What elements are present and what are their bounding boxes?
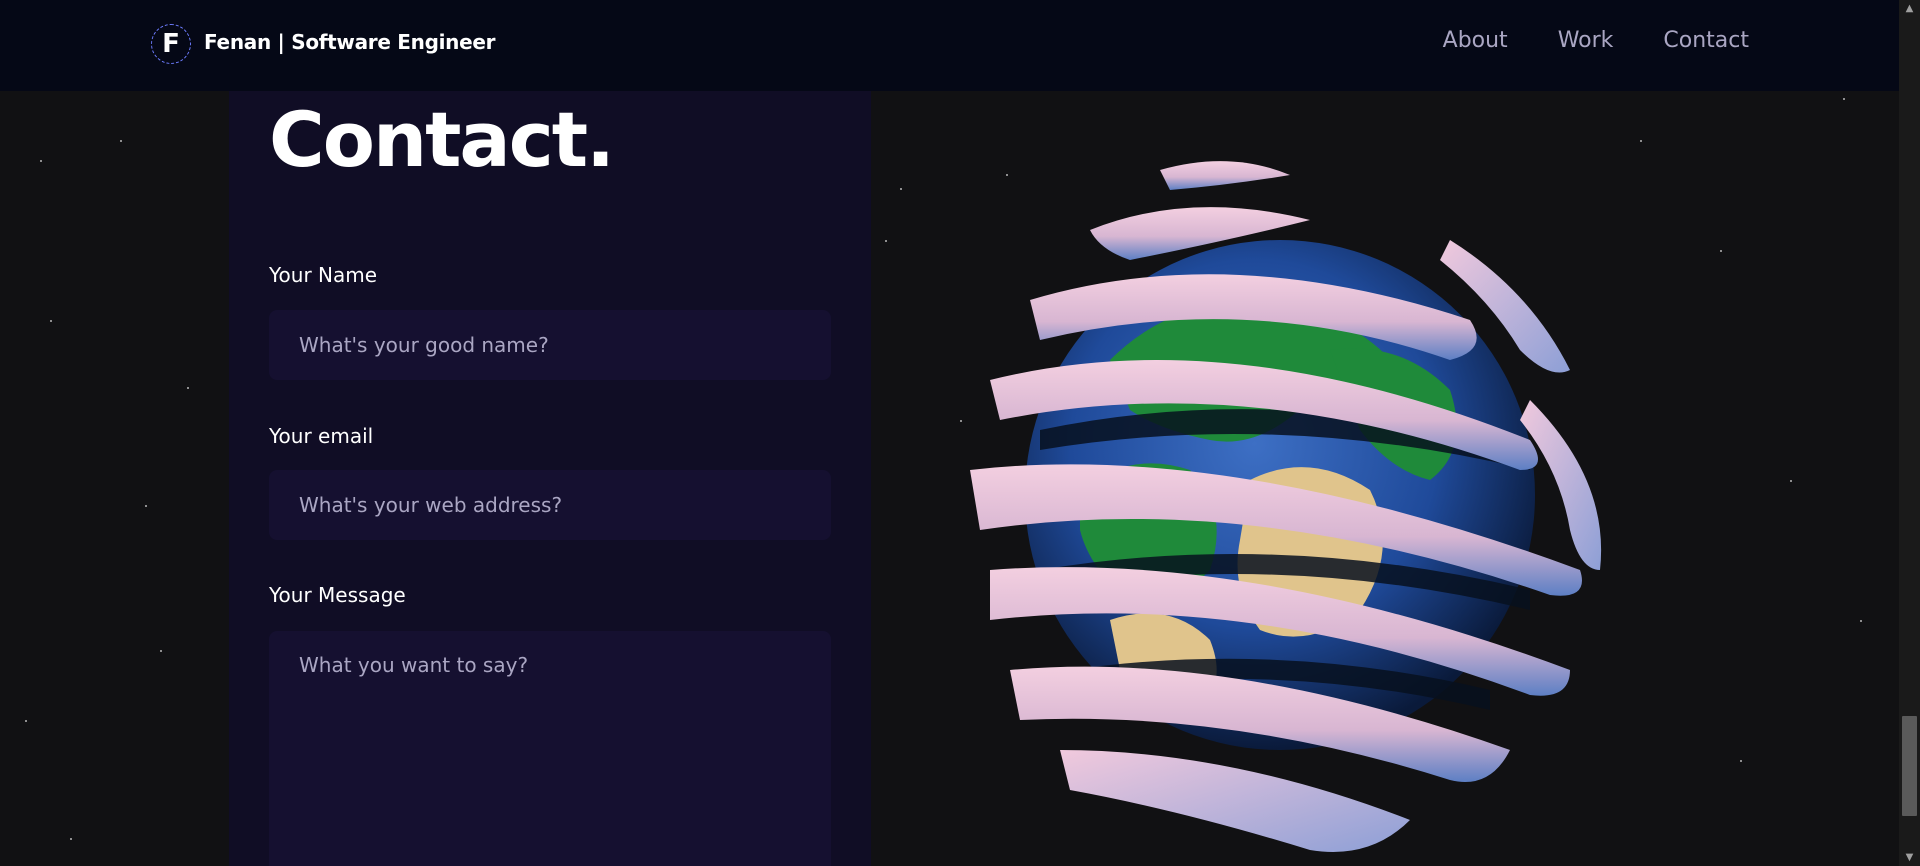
nav-link-work[interactable]: Work <box>1558 28 1614 53</box>
contact-title: Contact. <box>269 95 615 184</box>
nav-link-contact[interactable]: Contact <box>1663 28 1749 53</box>
email-label: Your email <box>269 424 374 448</box>
navbar: F Fenan | Software Engineer About Work C… <box>0 0 1899 91</box>
brand-name[interactable]: Fenan | Software Engineer <box>204 30 496 54</box>
page: F Fenan | Software Engineer About Work C… <box>0 0 1920 866</box>
email-input[interactable] <box>269 470 831 540</box>
earth-3d-canvas[interactable] <box>930 150 1670 866</box>
nav-links: About Work Contact <box>1443 28 1749 53</box>
scroll-thumb[interactable] <box>1902 716 1917 816</box>
name-input[interactable] <box>269 310 831 380</box>
scroll-up-arrow-icon[interactable]: ▲ <box>1899 0 1920 17</box>
scroll-down-arrow-icon[interactable]: ▼ <box>1899 849 1920 866</box>
contact-card: Contact. Your Name Your email Your Messa… <box>229 91 871 866</box>
vertical-scrollbar[interactable]: ▲ ▼ <box>1899 0 1920 866</box>
earth-globe-illustration <box>970 161 1602 852</box>
name-label: Your Name <box>269 263 378 287</box>
message-label: Your Message <box>269 583 406 607</box>
nav-link-about[interactable]: About <box>1443 28 1508 53</box>
logo-icon[interactable]: F <box>151 24 191 64</box>
message-textarea[interactable] <box>269 631 831 866</box>
